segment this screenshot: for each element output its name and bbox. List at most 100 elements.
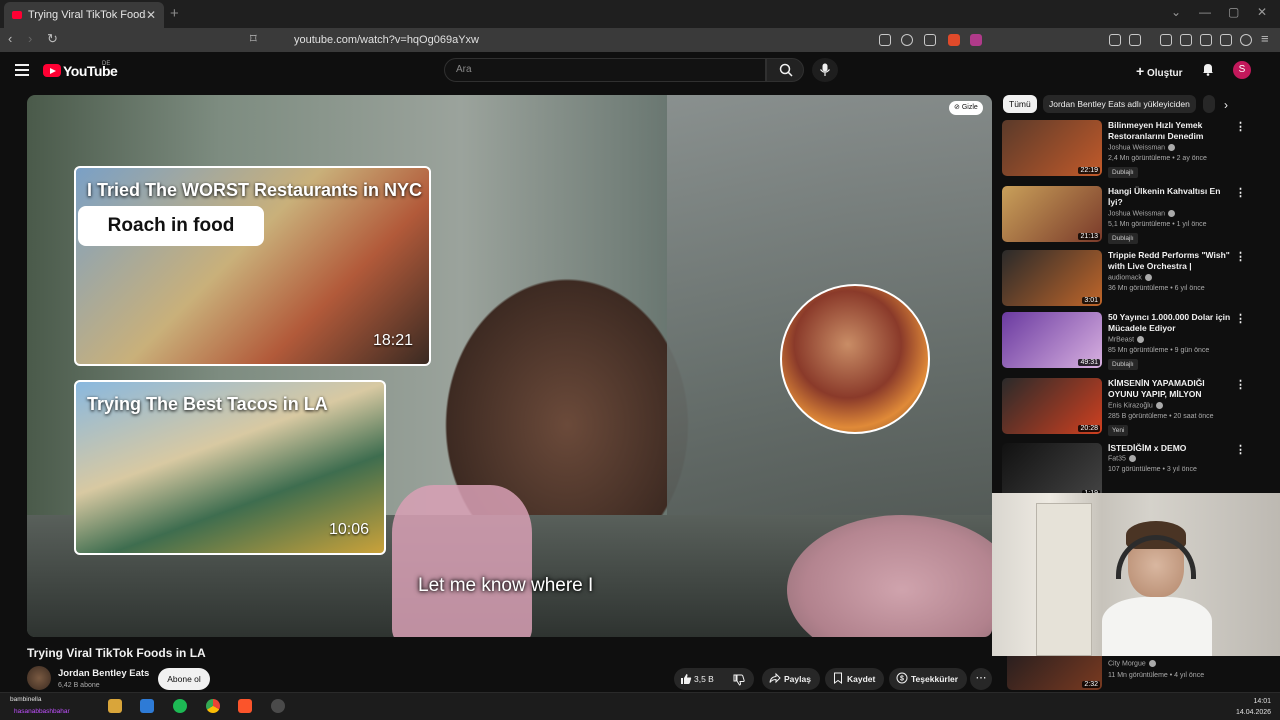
recommended-thumbnail: 22:19	[1002, 120, 1102, 176]
share-page-icon[interactable]	[924, 34, 936, 46]
browser-menu-icon[interactable]: ≡	[1261, 31, 1269, 46]
dislike-icon[interactable]	[733, 674, 745, 686]
webcam-streamer-body	[1102, 597, 1212, 656]
endscreen-card-title: I Tried The WORST Restaurants in NYC	[87, 180, 423, 200]
thanks-button[interactable]: $ Teşekkürler	[889, 668, 968, 690]
more-options-icon[interactable]: ⋮	[1235, 443, 1246, 456]
music-icon[interactable]	[1160, 34, 1172, 46]
webcam-overlay	[992, 493, 1280, 656]
tab-search-icon[interactable]: ⌄	[1171, 5, 1181, 19]
notifications-bell-icon[interactable]	[1201, 62, 1215, 76]
recommended-duration: 2:32	[1082, 681, 1100, 688]
close-tab-icon[interactable]: ✕	[146, 8, 156, 22]
endscreen-channel-circle[interactable]	[780, 284, 930, 434]
like-icon[interactable]	[680, 673, 692, 685]
voice-search-button[interactable]	[812, 58, 838, 82]
cast-icon[interactable]	[879, 34, 891, 46]
recommended-video[interactable]: 22:19 Bilinmeyen Hızlı Yemek Restoranları…	[1002, 120, 1247, 178]
window-close-icon[interactable]: ✕	[1257, 5, 1267, 19]
more-options-icon[interactable]: ⋮	[1235, 120, 1246, 133]
browser-tab[interactable]: Trying Viral TikTok Foods in LA - ✕	[4, 2, 164, 28]
brave-shield-icon[interactable]	[948, 34, 960, 46]
save-button[interactable]: Kaydet	[825, 668, 885, 690]
back-icon[interactable]: ‹	[8, 31, 12, 46]
endscreen-video-card[interactable]: I Tried The WORST Restaurants in NYC Roa…	[74, 166, 431, 366]
recommended-meta: 5,1 Mn görüntüleme • 1 yıl önce	[1108, 221, 1207, 228]
channel-avatar[interactable]	[27, 666, 51, 690]
screenshot-icon[interactable]	[1129, 34, 1141, 46]
extensions-icon[interactable]	[1109, 34, 1121, 46]
maximize-icon[interactable]: ▢	[1228, 5, 1239, 19]
zoom-icon[interactable]	[901, 34, 913, 46]
youtube-favicon-icon	[12, 11, 22, 19]
bookmark-icon[interactable]: ⌑	[250, 31, 257, 47]
bookmark-save-icon	[834, 672, 842, 684]
more-options-icon[interactable]: ⋮	[1235, 312, 1246, 325]
wallet-icon[interactable]	[1200, 34, 1212, 46]
taskbar	[0, 692, 1280, 720]
recommended-video[interactable]: 3:01 Trippie Redd Performs "Wish" with Li…	[1002, 250, 1247, 308]
endscreen-card-title: Trying The Best Tacos in LA	[87, 394, 328, 414]
chips-next-icon[interactable]: ›	[1224, 98, 1228, 112]
hide-endscreen-button[interactable]: ⊘ Gizle	[949, 101, 983, 115]
account-avatar[interactable]: S	[1233, 61, 1251, 79]
subscribe-button[interactable]: Abone ol	[158, 668, 210, 690]
vpn-icon[interactable]	[1240, 34, 1252, 46]
recommended-video[interactable]: 21:13 Hangi Ülkenin Kahvaltısı En İyi? Jos…	[1002, 186, 1247, 244]
brave-icon[interactable]	[238, 699, 252, 713]
recommended-channel-name: Joshua Weissman	[1108, 144, 1166, 152]
recommended-video[interactable]: 49:31 50 Yayıncı 1.000.000 Dolar için Müc…	[1002, 312, 1247, 370]
recommended-thumbnail: 1:19	[1002, 443, 1102, 499]
recommended-meta: 36 Mn görüntüleme • 6 yıl önce	[1108, 285, 1205, 292]
more-options-icon[interactable]: ⋮	[1235, 186, 1246, 199]
chip-partial[interactable]	[1203, 95, 1215, 113]
chip-all[interactable]: Tümü	[1003, 95, 1037, 113]
chip-from-uploader[interactable]: Jordan Bentley Eats adlı yükleyiciden	[1043, 95, 1196, 113]
recommended-title: Trippie Redd Performs "Wish" with Live O…	[1108, 250, 1230, 271]
create-button[interactable]: + Oluştur	[1136, 63, 1183, 79]
recommended-duration: 22:19	[1078, 167, 1100, 174]
endscreen-video-card[interactable]: Trying The Best Tacos in LA 10:06	[74, 380, 386, 555]
sidebar-toggle-icon[interactable]	[1180, 34, 1192, 46]
share-button[interactable]: Paylaş	[762, 668, 820, 690]
recommended-thumbnail: 20:28	[1002, 378, 1102, 434]
app-icon[interactable]	[140, 699, 154, 713]
file-explorer-icon[interactable]	[108, 699, 122, 713]
leo-ai-icon[interactable]	[1220, 34, 1232, 46]
recommended-channel: MrBeast	[1108, 336, 1145, 343]
search-button[interactable]	[766, 58, 804, 82]
verified-icon	[1128, 455, 1136, 462]
chrome-icon[interactable]	[206, 699, 220, 713]
svg-text:$: $	[900, 676, 904, 683]
endscreen-card-duration: 10:06	[329, 521, 370, 538]
recommended-meta: 107 görüntüleme • 3 yıl önce	[1108, 466, 1197, 473]
endscreen-card-subtitle: Roach in food	[78, 206, 264, 246]
recommended-title: Bilinmeyen Hızlı Yemek Restoranlarını De…	[1108, 120, 1204, 141]
forward-icon[interactable]: ›	[28, 31, 32, 46]
recommended-badge: Dublajlı	[1108, 233, 1138, 244]
recommended-channel: Joshua Weissman	[1108, 210, 1176, 217]
recommended-thumbnail: 2:32	[1007, 656, 1102, 690]
recommended-video-partial[interactable]: 2:32 City Morgue 11 Mn görüntüleme • 4 y…	[1002, 656, 1247, 692]
minimize-icon[interactable]: —	[1199, 5, 1211, 19]
youtube-logo-icon[interactable]	[43, 64, 61, 77]
spotify-icon[interactable]	[173, 699, 187, 713]
search-input[interactable]: Ara	[444, 58, 766, 82]
new-tab-icon[interactable]: +	[170, 5, 179, 22]
more-actions-icon[interactable]: ⋯	[970, 668, 992, 690]
recommended-title: İSTEDİĞİM x DEMO	[1108, 443, 1187, 453]
recommended-meta: 11 Mn görüntüleme • 4 yıl önce	[1108, 672, 1205, 679]
recommended-video[interactable]: 20:28 KİMSENİN YAPAMADIĞI OYUNU YAPIP, Mİ…	[1002, 378, 1247, 436]
recommended-duration: 20:28	[1078, 425, 1100, 432]
share-icon	[769, 672, 781, 684]
brave-rewards-icon[interactable]	[970, 34, 982, 46]
channel-name[interactable]: Jordan Bentley Eats	[58, 668, 149, 679]
obs-icon[interactable]	[271, 699, 285, 713]
more-options-icon[interactable]: ⋮	[1235, 378, 1246, 391]
closed-caption-text: Let me know where I	[418, 575, 594, 596]
reload-icon[interactable]: ↻	[47, 31, 58, 47]
recommended-badge: Dublajlı	[1108, 167, 1138, 178]
recommended-channel: City Morgue	[1108, 660, 1156, 667]
hamburger-menu-icon[interactable]	[15, 64, 29, 76]
more-options-icon[interactable]: ⋮	[1235, 250, 1246, 263]
